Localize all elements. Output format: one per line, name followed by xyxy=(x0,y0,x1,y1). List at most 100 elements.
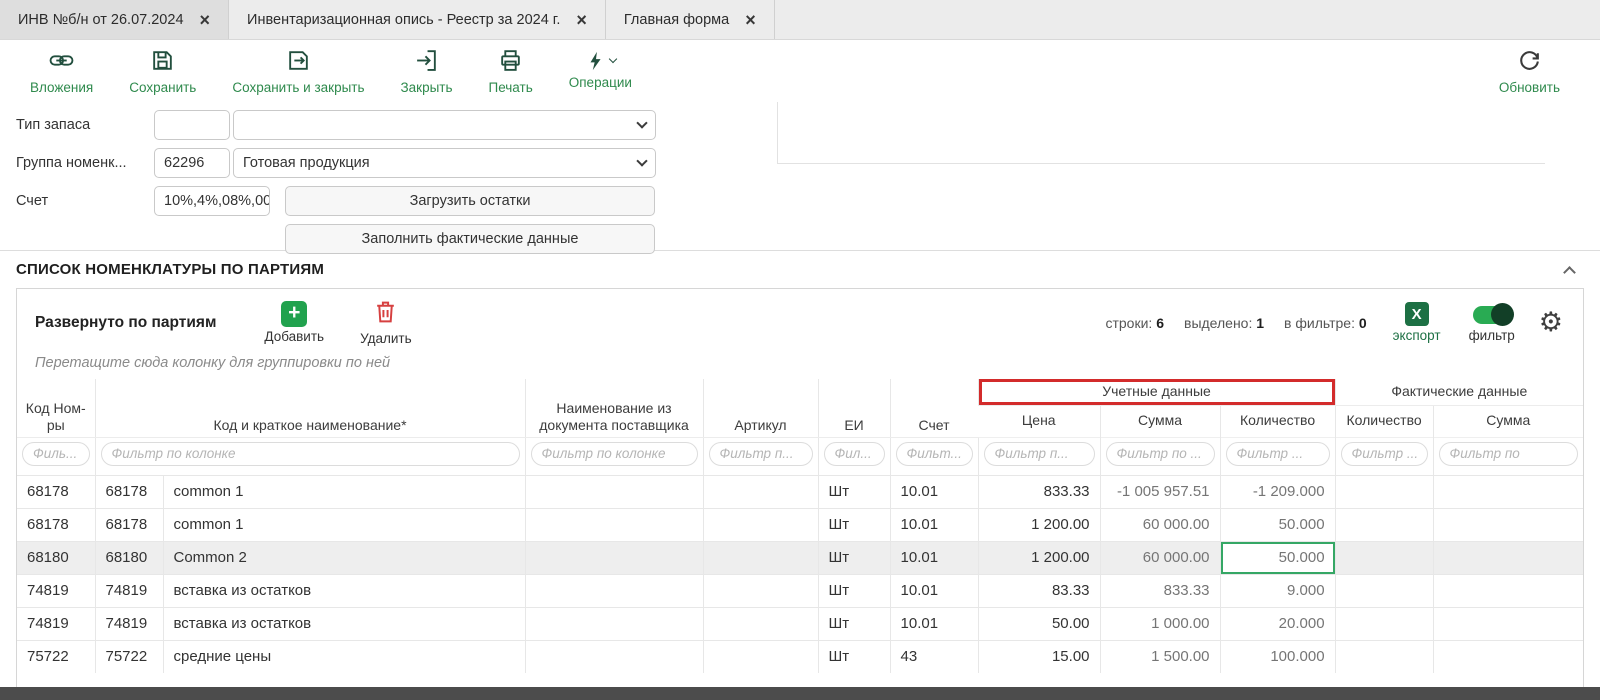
refresh-button[interactable]: Обновить xyxy=(1499,48,1560,95)
cell[interactable]: Шт xyxy=(818,640,890,673)
close-icon[interactable]: × xyxy=(576,11,587,29)
cell[interactable] xyxy=(703,475,818,508)
cell[interactable]: 1 500.00 xyxy=(1100,640,1220,673)
filter-input-account[interactable] xyxy=(896,442,973,466)
cell[interactable] xyxy=(1335,640,1433,673)
cell[interactable]: 74819 xyxy=(17,607,95,640)
cell[interactable]: 1 000.00 xyxy=(1100,607,1220,640)
col-header-actual-amount[interactable]: Сумма xyxy=(1433,405,1583,437)
cell[interactable]: 74819 xyxy=(95,574,163,607)
col-header-code-name[interactable]: Код и краткое наименование* xyxy=(95,379,525,437)
cell[interactable]: 68180 xyxy=(95,541,163,574)
cell[interactable] xyxy=(1433,640,1583,673)
cell[interactable]: 68178 xyxy=(17,508,95,541)
col-header-article[interactable]: Артикул xyxy=(703,379,818,437)
cell[interactable] xyxy=(1335,475,1433,508)
collapse-section-icon[interactable] xyxy=(1563,266,1576,279)
table-row[interactable]: 6818068180Common 2Шт10.011 200.0060 000.… xyxy=(17,541,1583,574)
cell[interactable]: 74819 xyxy=(17,574,95,607)
cell[interactable]: 9.000 xyxy=(1220,574,1335,607)
filter-toggle[interactable]: фильтр xyxy=(1469,303,1515,343)
cell[interactable]: Шт xyxy=(818,607,890,640)
table-row[interactable]: 7481974819вставка из остатковШт10.0183.3… xyxy=(17,574,1583,607)
cell[interactable]: 75722 xyxy=(95,640,163,673)
cell[interactable] xyxy=(1433,541,1583,574)
group-drop-zone[interactable]: Перетащите сюда колонку для группировки … xyxy=(17,346,1583,379)
filter-input-price[interactable] xyxy=(984,442,1095,466)
add-row-button[interactable]: + Добавить xyxy=(264,301,324,344)
cell[interactable] xyxy=(1433,508,1583,541)
nomenclature-group-code-field[interactable]: 62296 xyxy=(154,148,230,178)
cell[interactable] xyxy=(1433,607,1583,640)
cell[interactable]: вставка из остатков xyxy=(163,607,525,640)
close-icon[interactable]: × xyxy=(200,11,211,29)
cell[interactable] xyxy=(703,640,818,673)
tab-register[interactable]: Инвентаризационная опись - Реестр за 202… xyxy=(229,0,606,39)
toggle-on-icon[interactable] xyxy=(1473,306,1511,324)
cell[interactable]: 60 000.00 xyxy=(1100,508,1220,541)
cell[interactable]: -1 209.000 xyxy=(1220,475,1335,508)
cell[interactable] xyxy=(525,574,703,607)
filter-input-unit[interactable] xyxy=(824,442,885,466)
filter-input-code-name[interactable] xyxy=(101,442,520,466)
cell[interactable] xyxy=(525,640,703,673)
cell[interactable]: 60 000.00 xyxy=(1100,541,1220,574)
cell[interactable] xyxy=(1335,541,1433,574)
col-header-code[interactable]: Код Ном-ры xyxy=(17,379,95,437)
cell[interactable] xyxy=(1433,475,1583,508)
cell[interactable] xyxy=(525,607,703,640)
gear-icon[interactable]: ⚙ xyxy=(1539,309,1563,336)
cell[interactable]: 833.33 xyxy=(978,475,1100,508)
cell[interactable]: 74819 xyxy=(95,607,163,640)
table-row[interactable]: 7572275722средние ценыШт4315.001 500.001… xyxy=(17,640,1583,673)
col-header-supplier-doc-name[interactable]: Наименование из документа поставщика xyxy=(525,379,703,437)
cell[interactable]: 50.00 xyxy=(978,607,1100,640)
operations-button[interactable]: Операции xyxy=(569,48,632,90)
filter-input-code[interactable] xyxy=(22,442,90,466)
cell[interactable]: 20.000 xyxy=(1220,607,1335,640)
cell[interactable] xyxy=(1335,607,1433,640)
table-row[interactable]: 7481974819вставка из остатковШт10.0150.0… xyxy=(17,607,1583,640)
load-balances-button[interactable]: Загрузить остатки xyxy=(285,186,655,216)
filter-input-supplier-doc-name[interactable] xyxy=(531,442,698,466)
cell[interactable] xyxy=(703,607,818,640)
cell[interactable]: Common 2 xyxy=(163,541,525,574)
nomenclature-group-dropdown[interactable]: Готовая продукция xyxy=(233,148,656,178)
delete-row-button[interactable]: Удалить xyxy=(360,299,412,346)
cell[interactable] xyxy=(525,475,703,508)
cell[interactable] xyxy=(703,508,818,541)
cell[interactable]: common 1 xyxy=(163,475,525,508)
cell[interactable] xyxy=(1335,574,1433,607)
filter-input-actual-amount[interactable] xyxy=(1439,442,1578,466)
cell[interactable]: вставка из остатков xyxy=(163,574,525,607)
cell[interactable]: Шт xyxy=(818,541,890,574)
cell[interactable] xyxy=(1335,508,1433,541)
save-button[interactable]: Сохранить xyxy=(129,48,196,95)
cell[interactable] xyxy=(703,574,818,607)
cell[interactable]: 50.000 xyxy=(1220,541,1335,574)
stock-type-code-field[interactable] xyxy=(154,110,230,140)
cell[interactable]: Шт xyxy=(818,574,890,607)
cell[interactable]: 43 xyxy=(890,640,978,673)
cell[interactable]: 50.000 xyxy=(1220,508,1335,541)
cell[interactable]: common 1 xyxy=(163,508,525,541)
cell[interactable]: 10.01 xyxy=(890,574,978,607)
filter-input-actual-quantity[interactable] xyxy=(1341,442,1428,466)
cell[interactable]: 833.33 xyxy=(1100,574,1220,607)
print-button[interactable]: Печать xyxy=(489,48,533,95)
save-and-close-button[interactable]: Сохранить и закрыть xyxy=(232,48,364,95)
cell[interactable]: 68178 xyxy=(95,508,163,541)
cell[interactable]: 10.01 xyxy=(890,541,978,574)
cell[interactable]: Шт xyxy=(818,475,890,508)
filter-input-article[interactable] xyxy=(709,442,813,466)
attachments-button[interactable]: Вложения xyxy=(30,48,93,95)
tab-main-form[interactable]: Главная форма × xyxy=(606,0,775,39)
stock-type-dropdown[interactable] xyxy=(233,110,656,140)
col-header-price[interactable]: Цена xyxy=(978,405,1100,437)
cell[interactable]: 1 200.00 xyxy=(978,541,1100,574)
cell[interactable]: 75722 xyxy=(17,640,95,673)
cell[interactable]: 10.01 xyxy=(890,475,978,508)
account-field[interactable]: 10%,4%,08%,00 xyxy=(154,186,270,216)
cell[interactable] xyxy=(525,541,703,574)
filter-input-amount[interactable] xyxy=(1106,442,1215,466)
